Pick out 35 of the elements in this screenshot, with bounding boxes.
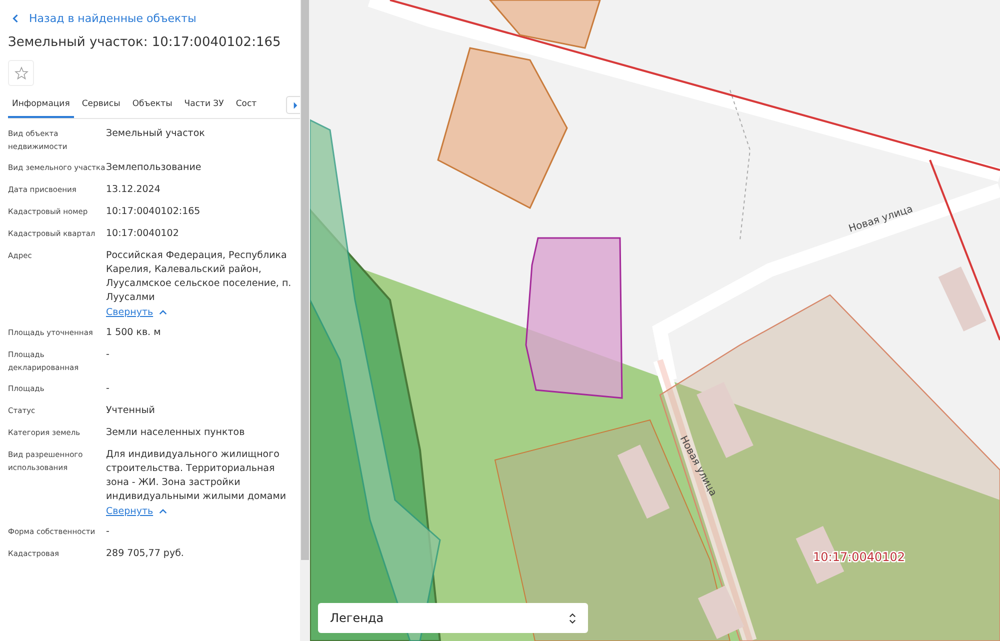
field-value: 10:17:0040102 [106,227,180,241]
tab[interactable]: Сост [232,94,261,118]
field-value: Земли населенных пунктов [106,426,246,440]
collapse-link[interactable]: Свернуть [106,506,168,517]
updown-chevron-icon [569,612,576,624]
field-value: 10:17:0040102:165 [106,205,202,219]
caret-up-icon [159,310,168,315]
tab[interactable]: Информация [8,94,74,118]
favorite-button[interactable] [8,60,34,86]
field-value: - [106,525,110,539]
caret-up-icon [159,509,168,514]
field-value: - [106,382,110,396]
collapse-link[interactable]: Свернуть [106,307,168,318]
object-title: Земельный участок: 10:17:0040102:165 [8,35,282,50]
star-icon [14,66,28,80]
scrollbar[interactable] [300,0,310,641]
triangle-right-icon [292,102,298,108]
chevron-left-icon [12,14,19,23]
legend-dropdown[interactable]: Легенда [318,603,588,633]
back-link[interactable]: Назад в найденные объекты [12,12,196,25]
street-label: Новая улица [848,204,914,235]
tab[interactable]: Сервисы [78,94,124,118]
field-value: 1 500 кв. м [106,326,162,340]
field-value: Учтенный [106,404,156,418]
field-value: - [106,348,110,362]
tab[interactable]: Части ЗУ [180,94,228,118]
field-value: Для индивидуального жилищного строительства. Территориальная зона - ЖИ. Зона застройки индивидуальными жилыми домами [106,448,288,504]
field-value: 13.12.2024 [106,183,162,197]
field-value: Земельный участок [106,127,206,141]
quarter-label: 10:17:0040102 [813,550,906,564]
tab[interactable]: Объекты [128,94,176,118]
field-value: 289 705,77 руб. [106,547,185,561]
field-value: Землепользование [106,161,202,175]
field-value: Российская Федерация, Республика Карелия, Калевальский район, Луусалмское сельское поселение, п. Луусалми [106,249,292,305]
scroll-tabs-button[interactable] [286,96,300,114]
